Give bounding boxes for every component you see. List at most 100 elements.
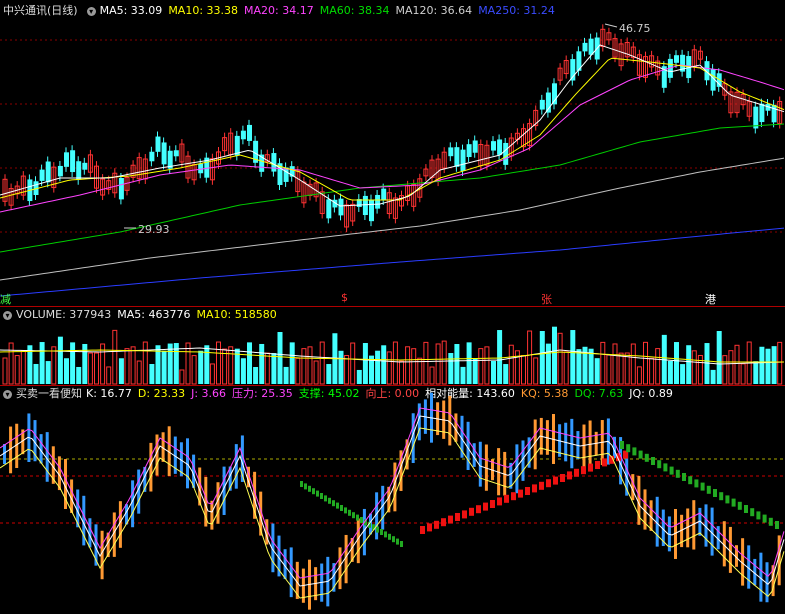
volume-bar-down [552, 326, 557, 384]
pressure-step [469, 507, 474, 516]
volume-bar-up [630, 343, 636, 385]
support-step [620, 441, 624, 449]
candle-down [149, 151, 155, 162]
volume-bar-up [441, 340, 447, 385]
support-step [713, 489, 717, 497]
marker-rise[interactable]: 张 [541, 291, 552, 307]
pressure-step [602, 458, 607, 467]
volume-bar-up [691, 350, 697, 385]
volume-bar-down [472, 358, 478, 384]
candle-down [271, 153, 277, 172]
pressure-step [476, 505, 481, 514]
candle-down [326, 199, 332, 219]
volume-bar-down [503, 364, 509, 384]
j-line [0, 407, 785, 579]
support-step [388, 533, 391, 540]
volume-bar-up [313, 360, 319, 385]
pressure-step [490, 500, 495, 508]
support-step [328, 497, 331, 504]
volume-bar-down [454, 344, 460, 384]
volume-bar-up [600, 341, 606, 385]
support-step [626, 444, 631, 453]
pressure-step [546, 479, 551, 488]
volume-bar-down [674, 342, 679, 384]
volume-bar-up [734, 344, 740, 385]
support-step [360, 517, 363, 523]
candle-down [491, 141, 496, 151]
volume-bar-up [386, 351, 392, 385]
support-step [332, 500, 335, 507]
volume-bar-down [686, 345, 692, 384]
volume-bar-down [277, 332, 283, 384]
volume-bar-up [508, 344, 514, 385]
volume-bar-up [740, 363, 746, 385]
candle-down [588, 38, 594, 55]
ma250-line [0, 227, 785, 297]
volume-bar-up [136, 360, 142, 385]
support-step [731, 498, 736, 507]
candle-down [247, 124, 252, 141]
candle-down [64, 152, 69, 167]
candle-down [771, 104, 777, 123]
pressure-step [532, 484, 537, 493]
price-chart[interactable] [0, 0, 785, 306]
candle-down [82, 162, 88, 170]
support-step [737, 501, 742, 510]
volume-bar-down [576, 349, 582, 384]
support-step [304, 483, 307, 490]
support-step [300, 481, 303, 487]
volume-bar-up [2, 357, 8, 385]
candle-down [381, 188, 387, 200]
candle-down [369, 199, 374, 222]
pressure-step [518, 489, 523, 498]
volume-bar-down [204, 345, 210, 384]
volume-bar-down [64, 358, 69, 384]
volume-bar-up [350, 342, 356, 385]
volume-bar-up [612, 343, 618, 385]
high-callout-line [604, 23, 618, 28]
volume-bar-down [198, 350, 204, 384]
pressure-step [441, 518, 446, 527]
support-step [768, 517, 773, 526]
volume-bar-down [39, 342, 45, 384]
volume-bar-up [728, 350, 734, 385]
support-step [775, 521, 779, 529]
marker-dollar[interactable]: $ [341, 291, 348, 304]
volume-bar-down [76, 366, 82, 384]
volume-bar-down [381, 345, 387, 384]
candle-down [454, 147, 460, 167]
support-step [682, 473, 686, 481]
volume-chart[interactable] [0, 306, 785, 386]
support-step [376, 526, 379, 533]
signal-bar [210, 500, 214, 530]
support-step [719, 492, 724, 501]
volume-bar-down [710, 369, 716, 384]
indicator-chart[interactable] [0, 386, 785, 614]
volume-bar-down [362, 343, 368, 384]
volume-bar-up [344, 355, 350, 385]
volume-bar-up [399, 360, 404, 385]
volume-bar-up [179, 369, 185, 385]
support-step [750, 508, 755, 517]
volume-bar-up [87, 352, 93, 385]
pressure-step [462, 510, 467, 519]
volume-bar-down [356, 369, 362, 384]
support-step [352, 512, 355, 519]
candle-down [375, 194, 381, 209]
candle-down [240, 130, 246, 140]
volume-bar-up [722, 355, 728, 385]
support-step [356, 514, 359, 521]
volume-bar-down [149, 364, 155, 384]
candle-down [118, 178, 124, 200]
volume-bar-up [14, 355, 20, 385]
volume-bar-down [448, 353, 454, 384]
support-step [688, 476, 693, 485]
volume-bar-down [259, 343, 265, 384]
volume-bar-up [94, 352, 99, 385]
volume-bar-up [228, 346, 234, 385]
volume-bar-up [295, 357, 301, 385]
volume-bar-down [283, 366, 289, 384]
marker-reduce[interactable]: 减 [0, 291, 11, 307]
volume-bar-up [624, 352, 630, 385]
marker-hk[interactable]: 港 [705, 291, 716, 307]
